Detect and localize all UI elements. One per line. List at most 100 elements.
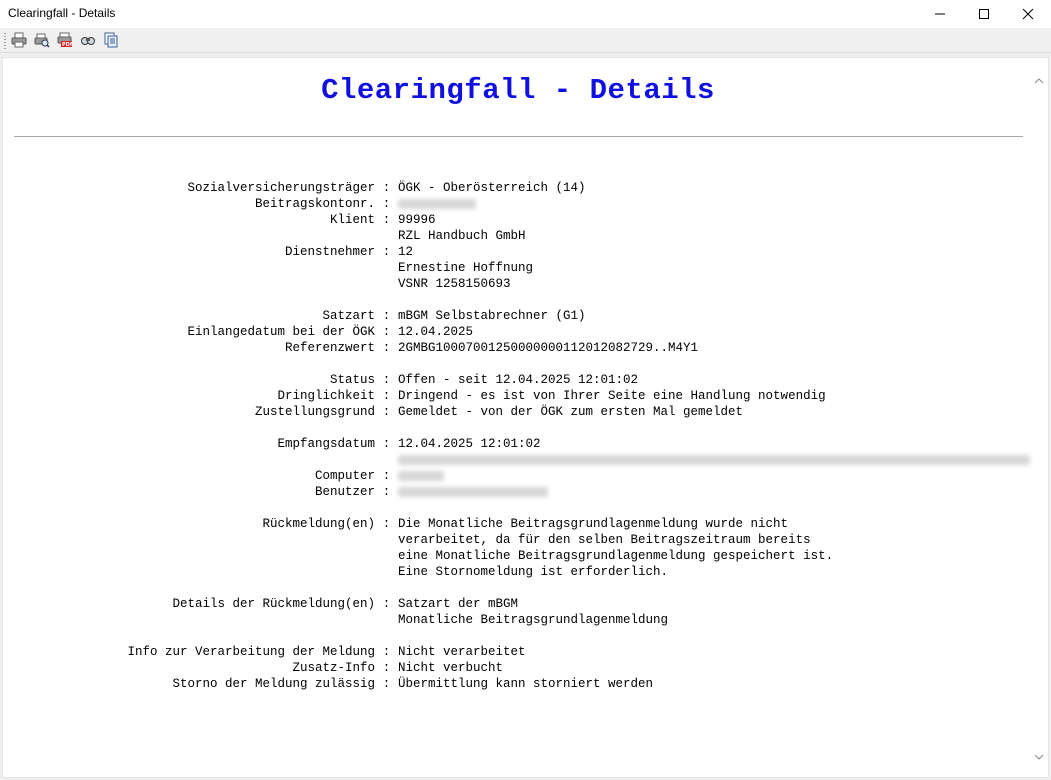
field-separator: : xyxy=(382,389,391,403)
field-value: ÖGK - Oberösterreich (14) xyxy=(398,181,586,195)
field-rueckmeldung-line: verarbeitet, da für den selben Beitragsz… xyxy=(3,532,1033,548)
pdf-icon: PDF xyxy=(57,32,73,48)
field-dienstnehmer: Dienstnehmer : 12 xyxy=(3,244,1033,260)
window-title: Clearingfall - Details xyxy=(8,6,116,20)
field-separator: : xyxy=(382,469,391,483)
field-label: Storno der Meldung zulässig xyxy=(172,677,375,691)
field-separator: : xyxy=(382,597,391,611)
field-separator: : xyxy=(382,677,391,691)
redacted-value xyxy=(398,484,548,500)
close-button[interactable] xyxy=(1005,0,1051,28)
field-label: Benutzer xyxy=(314,485,375,499)
field-label: Klient xyxy=(329,213,375,227)
print-button[interactable] xyxy=(11,32,27,48)
field-zustellungsgrund: Zustellungsgrund : Gemeldet - von der ÖG… xyxy=(3,404,1033,420)
field-value: Nicht verarbeitet xyxy=(398,645,526,659)
field-label: Referenzwert xyxy=(284,341,375,355)
field-klient: Klient : 99996 xyxy=(3,212,1033,228)
field-computer: Computer : xyxy=(3,468,1033,484)
close-icon xyxy=(1022,8,1034,20)
field-separator: : xyxy=(382,213,391,227)
field-value: 2GMBG1000700125000000011201208272​9..M4Y… xyxy=(398,341,699,355)
field-label: Status xyxy=(329,373,375,387)
field-value: Nicht verbucht xyxy=(398,661,504,675)
field-value: Satzart der mBGM xyxy=(398,597,519,611)
field-value: 12.04.2025 12:01:02 xyxy=(398,437,541,451)
field-details-rueckmeldung-line: Monatliche Beitragsgrundlagenmeldung xyxy=(3,612,1033,628)
field-label: Einlangedatum bei der ÖGK xyxy=(187,325,375,339)
pdf-button[interactable]: PDF xyxy=(57,32,73,48)
print-preview-button[interactable] xyxy=(34,32,50,48)
copy-icon xyxy=(104,32,118,48)
field-status: Status : Offen - seit 12.04.2025 12:01:0… xyxy=(3,372,1033,388)
field-sozialversicherungstraeger: Sozialversicherungsträger : ÖGK - Oberös… xyxy=(3,180,1033,196)
field-separator: : xyxy=(382,373,391,387)
field-value: 12.04.2025 xyxy=(398,325,474,339)
scroll-up-icon[interactable] xyxy=(1034,76,1044,86)
svg-text:PDF: PDF xyxy=(62,42,73,48)
copy-button[interactable] xyxy=(103,32,119,48)
minimize-button[interactable] xyxy=(917,0,963,28)
field-separator: : xyxy=(382,437,391,451)
field-separator: : xyxy=(382,645,391,659)
details-list: Sozialversicherungsträger : ÖGK - Oberös… xyxy=(3,180,1033,692)
maximize-button[interactable] xyxy=(961,0,1007,28)
field-label: Sozialversicherungsträger xyxy=(187,181,375,195)
field-satzart: Satzart : mBGM Selbstabrechner (G1) xyxy=(3,308,1033,324)
field-value: 12 xyxy=(398,245,414,259)
field-separator: : xyxy=(382,197,391,211)
field-separator: : xyxy=(382,661,391,675)
field-label: Dienstnehmer xyxy=(284,245,375,259)
field-value: Dringend - es ist von Ihrer Seite eine H… xyxy=(398,389,826,403)
redacted-line xyxy=(3,452,1033,468)
field-beitragskontonr: Beitragskontonr. : xyxy=(3,196,1033,212)
field-label: Beitragskontonr. xyxy=(254,197,375,211)
field-value: Monatliche Beitragsgrundlagenmeldung xyxy=(398,613,669,627)
field-rueckmeldung-line: eine Monatliche Beitragsgrundlagenmeldun… xyxy=(3,548,1033,564)
toolbar-grip[interactable] xyxy=(4,33,6,49)
field-label: Dringlichkeit xyxy=(277,389,375,403)
minimize-icon xyxy=(935,13,945,15)
scroll-down-icon[interactable] xyxy=(1034,752,1044,762)
field-info-verarbeitung: Info zur Verarbeitung der Meldung : Nich… xyxy=(3,644,1033,660)
field-label: Computer xyxy=(314,469,375,483)
field-referenzwert: Referenzwert : 2GMBG10007001250000000112… xyxy=(3,340,1033,356)
print-icon xyxy=(11,32,27,48)
field-dienstnehmer-line: VSNR 1258150693 xyxy=(3,276,1033,292)
field-klient-line: RZL Handbuch GmbH xyxy=(3,228,1033,244)
field-label: Details der Rückmeldung(en) xyxy=(172,597,375,611)
field-value: 99996 xyxy=(398,213,436,227)
field-einlangedatum: Einlangedatum bei der ÖGK : 12.04.2025 xyxy=(3,324,1033,340)
field-value: eine Monatliche Beitragsgrundlagenmeldun… xyxy=(398,549,834,563)
field-separator: : xyxy=(382,405,391,419)
field-value: verarbeitet, da für den selben Beitragsz… xyxy=(398,533,811,547)
field-storno-zulaessig: Storno der Meldung zulässig : Übermittlu… xyxy=(3,676,1033,692)
redacted-value xyxy=(398,196,476,212)
field-benutzer: Benutzer : xyxy=(3,484,1033,500)
redacted-value xyxy=(398,468,444,484)
field-value: RZL Handbuch GmbH xyxy=(398,229,526,243)
maximize-icon xyxy=(979,9,989,19)
find-button[interactable] xyxy=(80,32,96,48)
field-value: Ernestine Hoffnung xyxy=(398,261,534,275)
field-separator: : xyxy=(382,325,391,339)
field-label: Satzart xyxy=(322,309,375,323)
field-value: Eine Stornomeldung ist erforderlich. xyxy=(398,565,669,579)
details-document[interactable]: Clearingfall - Details Sozialversicherun… xyxy=(2,57,1049,778)
field-separator: : xyxy=(382,309,391,323)
field-label: Zusatz-Info xyxy=(292,661,375,675)
field-rueckmeldung: Rückmeldung(en) : Die Monatliche Beitrag… xyxy=(3,516,1033,532)
field-label: Info zur Verarbeitung der Meldung xyxy=(127,645,375,659)
field-details-rueckmeldung: Details der Rückmeldung(en) : Satzart de… xyxy=(3,596,1033,612)
field-value: Die Monatliche Beitragsgrundlagenmeldung… xyxy=(398,517,789,531)
toolbar: PDF xyxy=(0,28,1051,53)
field-separator: : xyxy=(382,245,391,259)
field-separator: : xyxy=(382,517,391,531)
title-divider xyxy=(14,136,1023,137)
